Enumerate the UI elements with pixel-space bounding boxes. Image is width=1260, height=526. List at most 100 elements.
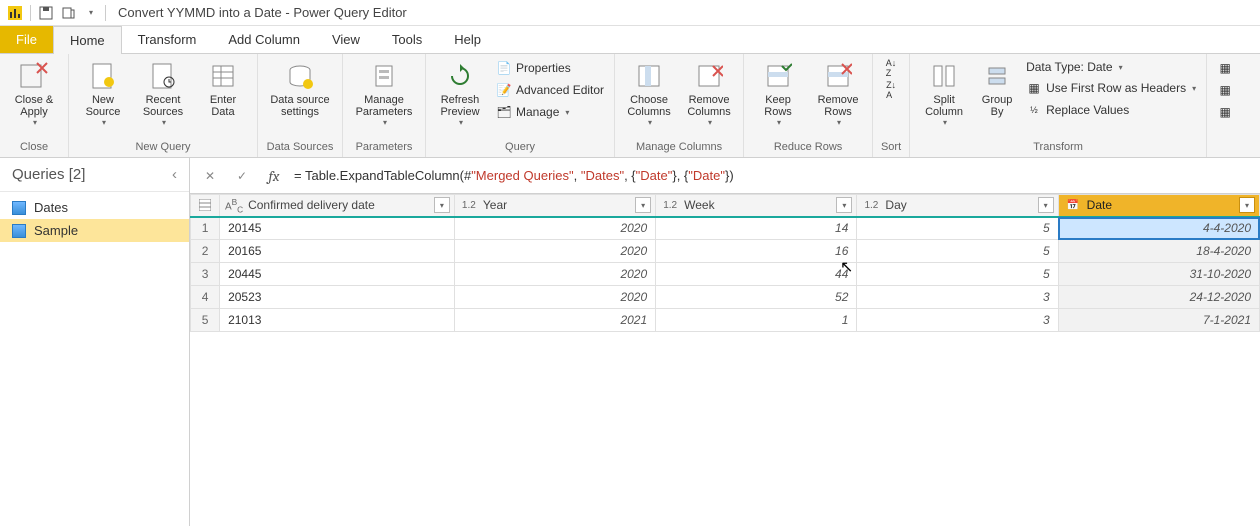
recent-sources-icon: [147, 60, 179, 92]
table-icon: [12, 201, 26, 215]
cell[interactable]: 18-4-2020: [1058, 240, 1259, 263]
choose-columns-button[interactable]: Choose Columns: [621, 58, 677, 129]
cell[interactable]: 2020: [454, 263, 655, 286]
choose-columns-icon: [633, 60, 665, 92]
table-row[interactable]: 5210132021137-1-2021: [191, 309, 1260, 332]
col-header-year[interactable]: 1.2Year▾: [454, 195, 655, 217]
enter-data-button[interactable]: Enter Data: [195, 58, 251, 120]
cell[interactable]: 16: [656, 240, 857, 263]
cell[interactable]: 20445: [220, 263, 455, 286]
tab-file[interactable]: File: [0, 26, 53, 53]
cell[interactable]: 7-1-2021: [1058, 309, 1259, 332]
cell[interactable]: 3: [857, 286, 1058, 309]
formula-bar: ✕ ✓ fx = Table.ExpandTableColumn(#"Merge…: [190, 158, 1260, 194]
formula-input[interactable]: = Table.ExpandTableColumn(#"Merged Queri…: [294, 168, 1252, 184]
recent-sources-button[interactable]: Recent Sources: [135, 58, 191, 129]
qat-dropdown-icon[interactable]: [81, 4, 99, 22]
tab-help[interactable]: Help: [438, 26, 497, 53]
advanced-editor-button[interactable]: 📝Advanced Editor: [492, 80, 608, 100]
split-column-button[interactable]: Split Column: [916, 58, 972, 129]
refresh-preview-button[interactable]: Refresh Preview: [432, 58, 488, 129]
sort-asc-button[interactable]: A↓Z: [879, 58, 903, 78]
commit-formula-button[interactable]: ✓: [230, 164, 254, 188]
manage-parameters-button[interactable]: Manage Parameters: [349, 58, 419, 129]
cell[interactable]: 2021: [454, 309, 655, 332]
append-queries-button[interactable]: ▦: [1213, 80, 1237, 100]
refresh-icon: [444, 60, 476, 92]
group-by-button[interactable]: Group By: [976, 58, 1018, 120]
cell[interactable]: 3: [857, 309, 1058, 332]
new-source-button[interactable]: New Source: [75, 58, 131, 129]
cancel-formula-button[interactable]: ✕: [198, 164, 222, 188]
cell[interactable]: 2020: [454, 240, 655, 263]
group-parameters-label: Parameters: [349, 139, 419, 157]
save-icon[interactable]: [37, 4, 55, 22]
group-close-label: Close: [6, 139, 62, 157]
tab-view[interactable]: View: [316, 26, 376, 53]
tab-tools[interactable]: Tools: [376, 26, 438, 53]
query-item-dates[interactable]: Dates: [0, 196, 189, 219]
enter-data-icon: [207, 60, 239, 92]
sort-asc-icon: A↓Z: [883, 60, 899, 76]
properties-button[interactable]: 📄Properties: [492, 58, 608, 78]
remove-rows-button[interactable]: Remove Rows: [810, 58, 866, 129]
cell[interactable]: 1: [656, 309, 857, 332]
filter-icon[interactable]: ▾: [635, 197, 651, 213]
close-apply-button[interactable]: Close & Apply: [6, 58, 62, 129]
col-header-date[interactable]: 📅Date▾: [1058, 195, 1259, 217]
query-item-sample[interactable]: Sample: [0, 219, 189, 242]
combine-files-button[interactable]: ▦: [1213, 102, 1237, 122]
titlebar: Convert YYMMD into a Date - Power Query …: [0, 0, 1260, 26]
cell[interactable]: 5: [857, 240, 1058, 263]
queries-list: Dates Sample: [0, 192, 189, 246]
cell[interactable]: 14: [656, 217, 857, 240]
col-header-day[interactable]: 1.2Day▾: [857, 195, 1058, 217]
properties-icon: 📄: [496, 60, 512, 76]
cell[interactable]: 5: [857, 263, 1058, 286]
table-row[interactable]: 220165202016518-4-2020: [191, 240, 1260, 263]
data-source-settings-button[interactable]: Data source settings: [264, 58, 336, 120]
cell[interactable]: 2020: [454, 286, 655, 309]
first-row-headers-button[interactable]: ▦Use First Row as Headers: [1022, 78, 1200, 98]
cell[interactable]: 21013: [220, 309, 455, 332]
data-type-button[interactable]: Data Type: Date: [1022, 58, 1200, 76]
cell[interactable]: 20523: [220, 286, 455, 309]
merge-queries-button[interactable]: ▦: [1213, 58, 1237, 78]
table-row[interactable]: 420523202052324-12-2020: [191, 286, 1260, 309]
select-all-corner[interactable]: [191, 195, 220, 217]
col-header-confirmed[interactable]: ABCConfirmed delivery date▾: [220, 195, 455, 217]
undo-icon[interactable]: [59, 4, 77, 22]
tab-home[interactable]: Home: [53, 26, 122, 54]
row-number[interactable]: 5: [191, 309, 220, 332]
cell[interactable]: 4-4-2020: [1058, 217, 1259, 240]
row-number[interactable]: 3: [191, 263, 220, 286]
filter-icon[interactable]: ▾: [1239, 197, 1255, 213]
cell[interactable]: 31-10-2020: [1058, 263, 1259, 286]
sort-desc-button[interactable]: Z↓A: [879, 80, 903, 100]
manage-button[interactable]: 🗂Manage: [492, 102, 608, 122]
tab-transform[interactable]: Transform: [122, 26, 213, 53]
fx-button[interactable]: fx: [262, 164, 286, 188]
data-grid[interactable]: ABCConfirmed delivery date▾ 1.2Year▾ 1.2…: [190, 194, 1260, 526]
remove-columns-button[interactable]: Remove Columns: [681, 58, 737, 129]
collapse-pane-icon[interactable]: ‹: [172, 166, 177, 183]
col-header-week[interactable]: 1.2Week▾: [656, 195, 857, 217]
table-row[interactable]: 12014520201454-4-2020: [191, 217, 1260, 240]
cell[interactable]: 52: [656, 286, 857, 309]
cell[interactable]: 20145: [220, 217, 455, 240]
filter-icon[interactable]: ▾: [434, 197, 450, 213]
cell[interactable]: 24-12-2020: [1058, 286, 1259, 309]
replace-values-button[interactable]: ½Replace Values: [1022, 100, 1200, 120]
row-number[interactable]: 4: [191, 286, 220, 309]
tab-add-column[interactable]: Add Column: [212, 26, 316, 53]
cell[interactable]: 2020: [454, 217, 655, 240]
cell[interactable]: 20165: [220, 240, 455, 263]
table-row[interactable]: 320445202044531-10-2020: [191, 263, 1260, 286]
row-number[interactable]: 1: [191, 217, 220, 240]
cell[interactable]: 44: [656, 263, 857, 286]
cell[interactable]: 5: [857, 217, 1058, 240]
row-number[interactable]: 2: [191, 240, 220, 263]
filter-icon[interactable]: ▾: [836, 197, 852, 213]
keep-rows-button[interactable]: Keep Rows: [750, 58, 806, 129]
filter-icon[interactable]: ▾: [1038, 197, 1054, 213]
